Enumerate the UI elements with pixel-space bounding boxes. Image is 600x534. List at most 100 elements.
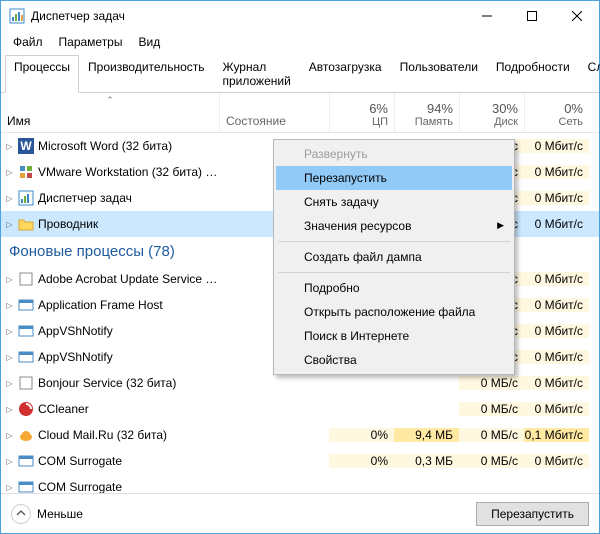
menu-options[interactable]: Параметры	[51, 33, 131, 51]
titlebar: Диспетчер задач	[1, 1, 599, 31]
mem-label: Память	[415, 116, 453, 128]
column-headers: ⌃ Имя Состояние 6% ЦП 94% Память 30% Дис…	[1, 93, 599, 133]
ctx-properties[interactable]: Свойства	[276, 348, 512, 372]
process-row[interactable]: ▷ COM Surrogate	[1, 474, 599, 493]
disk-label: Диск	[494, 116, 518, 128]
cpu-value: 0%	[329, 454, 394, 468]
process-icon	[18, 271, 34, 287]
column-network[interactable]: 0% Сеть	[524, 93, 589, 132]
disclosure-icon[interactable]: ▷	[5, 301, 14, 310]
process-name: VMware Workstation (32 бита) (3)	[38, 165, 219, 179]
disclosure-icon[interactable]: ▷	[5, 431, 14, 440]
context-menu: Развернуть Перезапустить Снять задачу Зн…	[273, 139, 515, 375]
disclosure-icon[interactable]: ▷	[5, 405, 14, 414]
column-disk[interactable]: 30% Диск	[459, 93, 524, 132]
process-name: Bonjour Service (32 бита)	[38, 376, 176, 390]
process-name: CCleaner	[38, 402, 89, 416]
fewer-details-label[interactable]: Меньше	[37, 507, 83, 521]
disk-value: 0 МБ/с	[459, 454, 524, 468]
disclosure-icon[interactable]: ▷	[5, 483, 14, 492]
ctx-end-task[interactable]: Снять задачу	[276, 190, 512, 214]
net-value: 0 Мбит/с	[524, 298, 589, 312]
ctx-expand: Развернуть	[276, 142, 512, 166]
sort-indicator-icon: ⌃	[106, 95, 114, 106]
tab-startup[interactable]: Автозагрузка	[300, 55, 391, 92]
tabs: Процессы Производительность Журнал прило…	[1, 55, 599, 93]
net-value: 0 Мбит/с	[524, 191, 589, 205]
column-cpu[interactable]: 6% ЦП	[329, 93, 394, 132]
menu-file[interactable]: Файл	[5, 33, 51, 51]
process-name: COM Surrogate	[38, 454, 122, 468]
process-icon	[18, 349, 34, 365]
process-name: Cloud Mail.Ru (32 бита)	[38, 428, 167, 442]
ctx-open-location[interactable]: Открыть расположение файла	[276, 300, 512, 324]
taskmgr-icon	[9, 8, 25, 24]
column-state-label: Состояние	[226, 114, 286, 128]
process-name: Adobe Acrobat Update Service (...	[38, 272, 219, 286]
mem-usage-pct: 94%	[427, 101, 453, 116]
process-icon	[18, 427, 34, 443]
ctx-restart[interactable]: Перезапустить	[276, 166, 512, 190]
process-list[interactable]: ▷ W Microsoft Word (32 бита) 0% 46,4 МБ …	[1, 133, 599, 493]
net-value: 0 Мбит/с	[524, 402, 589, 416]
net-label: Сеть	[559, 116, 583, 128]
disclosure-icon[interactable]: ▷	[5, 220, 14, 229]
disclosure-icon[interactable]: ▷	[5, 457, 14, 466]
ctx-separator	[278, 241, 510, 242]
process-name: Application Frame Host	[38, 298, 163, 312]
fewer-details-icon[interactable]	[11, 504, 31, 524]
disclosure-icon[interactable]: ▷	[5, 168, 14, 177]
net-value: 0 Мбит/с	[524, 165, 589, 179]
disclosure-icon[interactable]: ▷	[5, 379, 14, 388]
submenu-arrow-icon: ▶	[497, 220, 504, 231]
process-row[interactable]: ▷ COM Surrogate 0% 0,3 МБ 0 МБ/с 0 Мбит/…	[1, 448, 599, 474]
process-icon	[18, 453, 34, 469]
process-icon	[18, 375, 34, 391]
disk-value: 0 МБ/с	[459, 428, 524, 442]
disclosure-icon[interactable]: ▷	[5, 353, 14, 362]
minimize-button[interactable]	[464, 1, 509, 31]
ctx-create-dump[interactable]: Создать файл дампа	[276, 245, 512, 269]
ctx-details[interactable]: Подробно	[276, 276, 512, 300]
process-icon	[18, 164, 34, 180]
cpu-label: ЦП	[372, 116, 388, 128]
disclosure-icon[interactable]: ▷	[5, 327, 14, 336]
tab-services[interactable]: Службы	[579, 55, 600, 92]
process-name: Диспетчер задач	[38, 191, 132, 205]
process-row[interactable]: ▷ CCleaner 0 МБ/с 0 Мбит/с	[1, 396, 599, 422]
process-icon	[18, 297, 34, 313]
tab-users[interactable]: Пользователи	[391, 55, 487, 92]
disclosure-icon[interactable]: ▷	[5, 194, 14, 203]
ctx-search-web[interactable]: Поиск в Интернете	[276, 324, 512, 348]
disk-usage-pct: 30%	[492, 101, 518, 116]
svg-text:W: W	[20, 139, 32, 153]
disclosure-icon[interactable]: ▷	[5, 142, 14, 151]
process-name: AppVShNotify	[38, 350, 113, 364]
tab-app-history[interactable]: Журнал приложений	[214, 55, 300, 92]
ctx-resource-values-label: Значения ресурсов	[304, 219, 411, 233]
menu-view[interactable]: Вид	[130, 33, 168, 51]
tab-performance[interactable]: Производительность	[79, 55, 213, 92]
process-icon	[18, 401, 34, 417]
cpu-value: 0%	[329, 428, 394, 442]
column-memory[interactable]: 94% Память	[394, 93, 459, 132]
cpu-usage-pct: 6%	[369, 101, 388, 116]
tab-processes[interactable]: Процессы	[5, 55, 79, 93]
column-state[interactable]: Состояние	[219, 93, 329, 132]
disclosure-icon[interactable]: ▷	[5, 275, 14, 284]
column-name[interactable]: ⌃ Имя	[1, 93, 219, 132]
tab-details[interactable]: Подробности	[487, 55, 579, 92]
close-button[interactable]	[554, 1, 599, 31]
window-title: Диспетчер задач	[31, 9, 464, 23]
net-value: 0 Мбит/с	[524, 324, 589, 338]
restart-button[interactable]: Перезапустить	[476, 502, 589, 526]
menubar: Файл Параметры Вид	[1, 31, 599, 53]
net-value: 0 Мбит/с	[524, 350, 589, 364]
process-name: Проводник	[38, 217, 98, 231]
disk-value: 0 МБ/с	[459, 402, 524, 416]
net-value: 0 Мбит/с	[524, 454, 589, 468]
maximize-button[interactable]	[509, 1, 554, 31]
process-row[interactable]: ▷ Cloud Mail.Ru (32 бита) 0% 9,4 МБ 0 МБ…	[1, 422, 599, 448]
ctx-resource-values[interactable]: Значения ресурсов ▶	[276, 214, 512, 238]
process-name: COM Surrogate	[38, 480, 122, 493]
